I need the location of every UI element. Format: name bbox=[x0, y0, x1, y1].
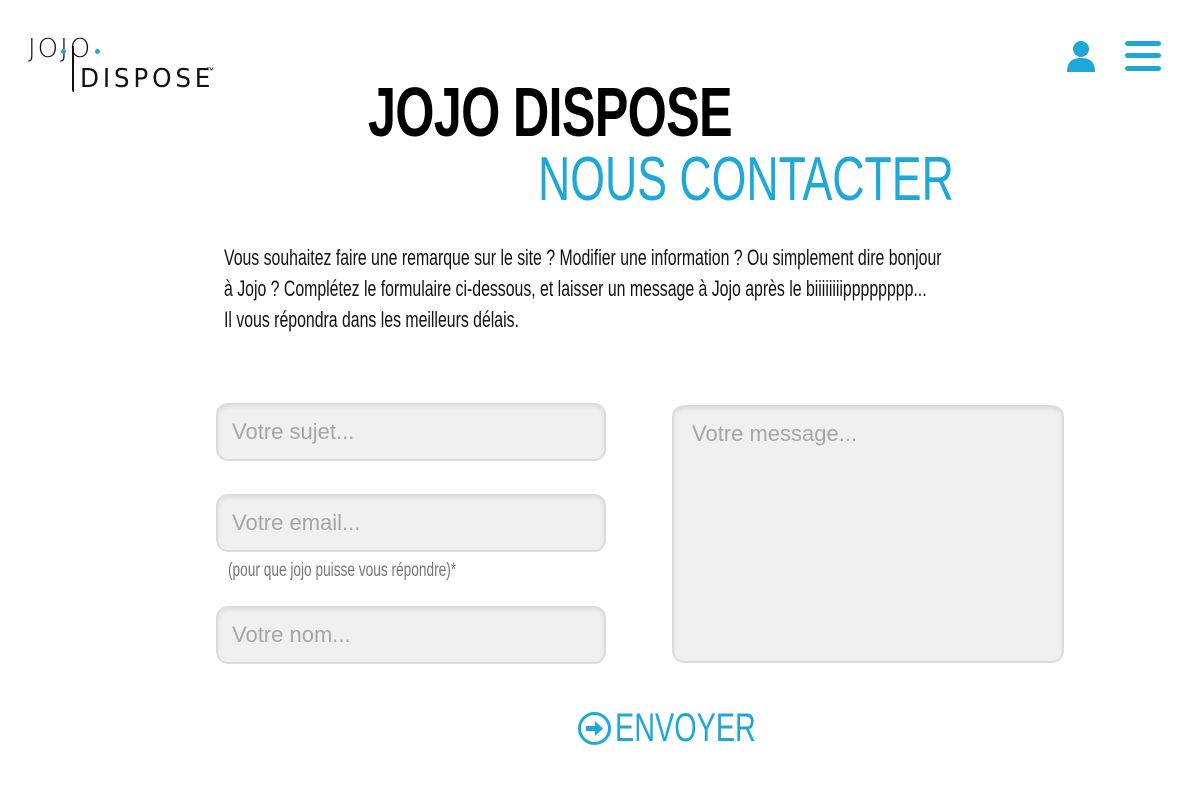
logo-text-top: JOJO bbox=[28, 34, 93, 64]
subject-input[interactable] bbox=[216, 403, 606, 461]
page-subtitle: NOUS CONTACTER bbox=[538, 145, 954, 214]
message-textarea[interactable] bbox=[672, 405, 1064, 663]
name-input[interactable] bbox=[216, 606, 606, 664]
page-title: JOJO DISPOSE bbox=[368, 73, 733, 151]
email-hint: (pour que jojo puisse vous répondre)* bbox=[228, 560, 457, 581]
intro-line: Il vous répondra dans les meilleurs déla… bbox=[224, 307, 519, 332]
submit-label: ENVOYER bbox=[615, 706, 756, 750]
intro-text: Vous souhaitez faire une remarque sur le… bbox=[224, 242, 1081, 335]
logo-text-bottom: DISPOSE bbox=[80, 64, 215, 94]
hamburger-menu-icon[interactable] bbox=[1125, 41, 1161, 71]
email-input[interactable] bbox=[216, 494, 606, 552]
logo-trademark: ™ bbox=[206, 66, 214, 75]
logo-eye-dot bbox=[61, 49, 66, 54]
user-icon[interactable] bbox=[1066, 40, 1096, 74]
jojo-dispose-logo[interactable]: JOJO DISPOSE ™ bbox=[28, 34, 218, 98]
intro-line: Vous souhaitez faire une remarque sur le… bbox=[224, 245, 942, 270]
logo-eye-dot bbox=[95, 49, 100, 54]
arrow-right-circle-icon bbox=[578, 711, 611, 745]
logo-j-stroke bbox=[72, 46, 74, 92]
intro-line: à Jojo ? Complétez le formulaire ci-dess… bbox=[224, 276, 927, 301]
submit-button[interactable]: ENVOYER bbox=[578, 706, 811, 750]
